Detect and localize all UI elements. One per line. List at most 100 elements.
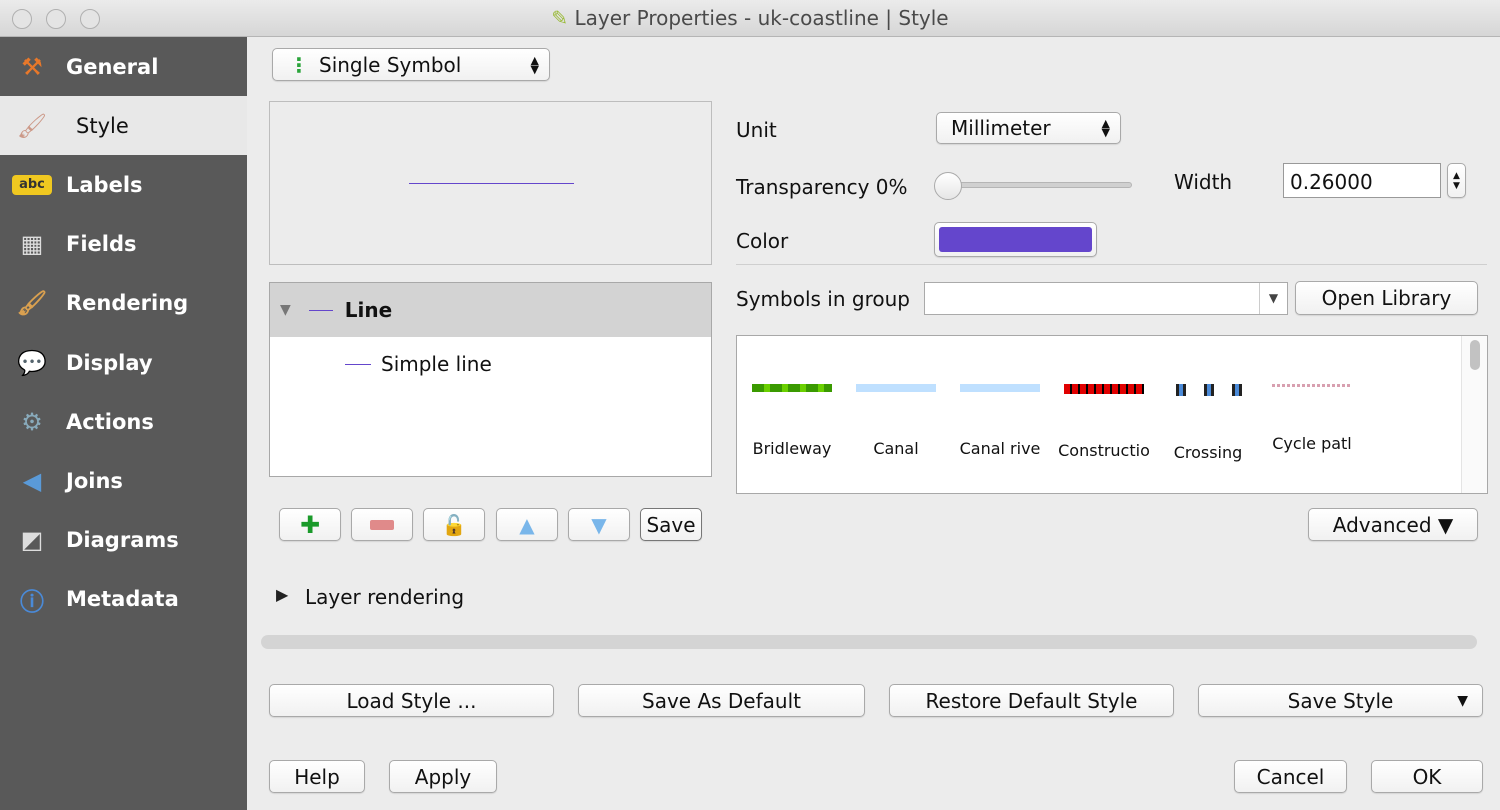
sidebar-item-label: Labels xyxy=(66,172,143,197)
advanced-button[interactable]: Advanced ▼ xyxy=(1308,508,1478,541)
symbol-preview-icon xyxy=(1272,384,1352,387)
sidebar-item-joins[interactable]: ◀ Joins xyxy=(0,451,247,510)
symbol-preview-icon xyxy=(752,384,832,392)
symbol-name: Cycle patl xyxy=(1272,434,1352,453)
symbol-group-combo[interactable]: ▼ xyxy=(924,282,1288,315)
save-as-default-button[interactable]: Save As Default xyxy=(578,684,865,717)
scrollbar[interactable] xyxy=(1461,336,1487,493)
sidebar-item-rendering[interactable]: 🖌 Rendering xyxy=(0,274,247,333)
width-input[interactable]: 0.26000 xyxy=(1283,163,1441,198)
sidebar-item-style[interactable]: 🖌 Style xyxy=(0,96,247,156)
color-swatch xyxy=(939,227,1092,252)
symbol-library-list[interactable]: Bridleway Canal Canal rive Constructio Cross… xyxy=(736,335,1488,494)
sidebar: ⚒ General 🖌 Style abc Labels ▦ Fields 🖌 Rendering… xyxy=(0,37,247,810)
sidebar-item-labels[interactable]: abc Labels xyxy=(0,155,247,214)
sidebar-item-label: Fields xyxy=(66,232,137,257)
remove-layer-button[interactable] xyxy=(351,508,413,541)
symbol-preview-icon xyxy=(1168,384,1248,396)
sidebar-item-label: Rendering xyxy=(66,291,189,316)
plus-icon: ✚ xyxy=(299,510,321,539)
sidebar-item-label: General xyxy=(66,54,159,79)
save-symbol-button[interactable]: Save xyxy=(640,508,702,541)
line-swatch-icon xyxy=(345,363,371,365)
sidebar-item-actions[interactable]: ⚙ Actions xyxy=(0,392,247,451)
sidebar-item-display[interactable]: 💬 Display xyxy=(0,333,247,392)
symbol-item[interactable]: Crossing xyxy=(1158,336,1258,462)
symbol-name: Crossing xyxy=(1173,443,1243,462)
zoom-window-button[interactable] xyxy=(80,9,100,29)
qgis-logo-icon: ✎ xyxy=(551,6,569,30)
sidebar-item-label: Joins xyxy=(66,468,123,493)
sidebar-item-label: Diagrams xyxy=(66,528,179,553)
ok-button[interactable]: OK xyxy=(1371,760,1483,793)
line-preview xyxy=(409,183,574,184)
updown-arrows-icon: ▲ ▼ xyxy=(1101,117,1110,139)
width-stepper[interactable]: ▲ ▼ xyxy=(1447,163,1466,198)
sidebar-item-fields[interactable]: ▦ Fields xyxy=(0,215,247,274)
transparency-slider-handle[interactable] xyxy=(934,172,962,200)
symbol-preview-icon xyxy=(856,384,936,392)
tree-item-simple-line[interactable]: Simple line xyxy=(270,337,711,391)
stepper-up-icon: ▲ xyxy=(1453,170,1460,181)
symbols-in-group-label: Symbols in group xyxy=(736,287,910,311)
sidebar-item-label: Metadata xyxy=(66,587,179,612)
lock-layer-button[interactable]: 🔓 xyxy=(423,508,485,541)
scrollbar-thumb[interactable] xyxy=(1469,340,1480,370)
open-library-button[interactable]: Open Library xyxy=(1295,281,1478,315)
add-layer-button[interactable]: ✚ xyxy=(279,508,341,541)
speech-bubble-icon: 💬 xyxy=(17,348,47,377)
divider xyxy=(736,264,1487,265)
expand-triangle-icon[interactable]: ▶ xyxy=(276,585,288,604)
triangle-up-icon: ▲ xyxy=(519,512,535,537)
symbol-name: Constructio xyxy=(1058,441,1150,460)
symbol-preview-icon xyxy=(1064,384,1144,394)
brush-icon: 🖌 xyxy=(16,289,48,318)
transparency-slider[interactable] xyxy=(935,182,1132,188)
tree-item-line[interactable]: ▼ Line xyxy=(270,283,711,337)
symbol-preview xyxy=(269,101,712,265)
width-label: Width xyxy=(1174,170,1233,194)
line-swatch-icon xyxy=(308,309,333,311)
sidebar-item-general[interactable]: ⚒ General xyxy=(0,37,247,96)
symbol-item[interactable]: Canal rive xyxy=(950,336,1050,458)
load-style-button[interactable]: Load Style ... xyxy=(269,684,554,717)
symbol-name: Bridleway xyxy=(752,439,832,458)
restore-default-style-button[interactable]: Restore Default Style xyxy=(889,684,1174,717)
info-icon: ⓘ xyxy=(20,587,44,616)
unit-select[interactable]: Millimeter ▲ ▼ xyxy=(936,112,1121,144)
move-down-button[interactable]: ▼ xyxy=(568,508,630,541)
collapse-triangle-icon[interactable]: ▼ xyxy=(280,302,291,318)
horizontal-scrollbar[interactable] xyxy=(261,635,1477,649)
apply-button[interactable]: Apply xyxy=(389,760,497,793)
updown-arrows-icon: ▲ ▼ xyxy=(530,53,539,76)
sidebar-item-metadata[interactable]: ⓘ Metadata xyxy=(0,570,247,629)
close-window-button[interactable] xyxy=(12,9,32,29)
minimize-window-button[interactable] xyxy=(46,9,66,29)
move-up-button[interactable]: ▲ xyxy=(496,508,558,541)
unlock-icon: 🔓 xyxy=(441,512,467,537)
symbol-item[interactable]: Canal xyxy=(846,336,946,458)
help-button[interactable]: Help xyxy=(269,760,365,793)
unit-label: Unit xyxy=(736,118,777,142)
dropdown-arrow-icon[interactable]: ▼ xyxy=(1259,283,1287,314)
color-button[interactable] xyxy=(934,222,1097,257)
symbol-item[interactable]: Constructio xyxy=(1054,336,1154,460)
title-bar: ✎ Layer Properties - uk-coastline | Styl… xyxy=(0,0,1500,37)
symbol-layer-tree[interactable]: ▼ Line Simple line xyxy=(269,282,712,477)
sidebar-item-diagrams[interactable]: ◩ Diagrams xyxy=(0,511,247,570)
abc-label-icon: abc xyxy=(12,174,52,195)
diagram-icon: ◩ xyxy=(20,526,44,555)
cancel-button[interactable]: Cancel xyxy=(1234,760,1347,793)
renderer-select[interactable]: ⋮ Single Symbol ▲ ▼ xyxy=(272,48,550,81)
transparency-label: Transparency 0% xyxy=(736,175,908,199)
symbol-preview-icon xyxy=(960,384,1040,392)
symbol-item[interactable]: Bridleway xyxy=(742,336,842,458)
window-title: Layer Properties - uk-coastline | Style xyxy=(574,6,949,30)
stepper-down-icon: ▼ xyxy=(1453,180,1460,191)
join-arrow-icon: ◀ xyxy=(22,466,42,495)
save-style-button[interactable]: Save Style ▼ xyxy=(1198,684,1483,717)
sidebar-item-label: Display xyxy=(66,350,153,375)
layer-rendering-toggle[interactable]: Layer rendering xyxy=(305,585,464,609)
symbol-name: Canal rive xyxy=(959,439,1041,458)
symbol-item[interactable]: Cycle patl xyxy=(1262,336,1362,453)
